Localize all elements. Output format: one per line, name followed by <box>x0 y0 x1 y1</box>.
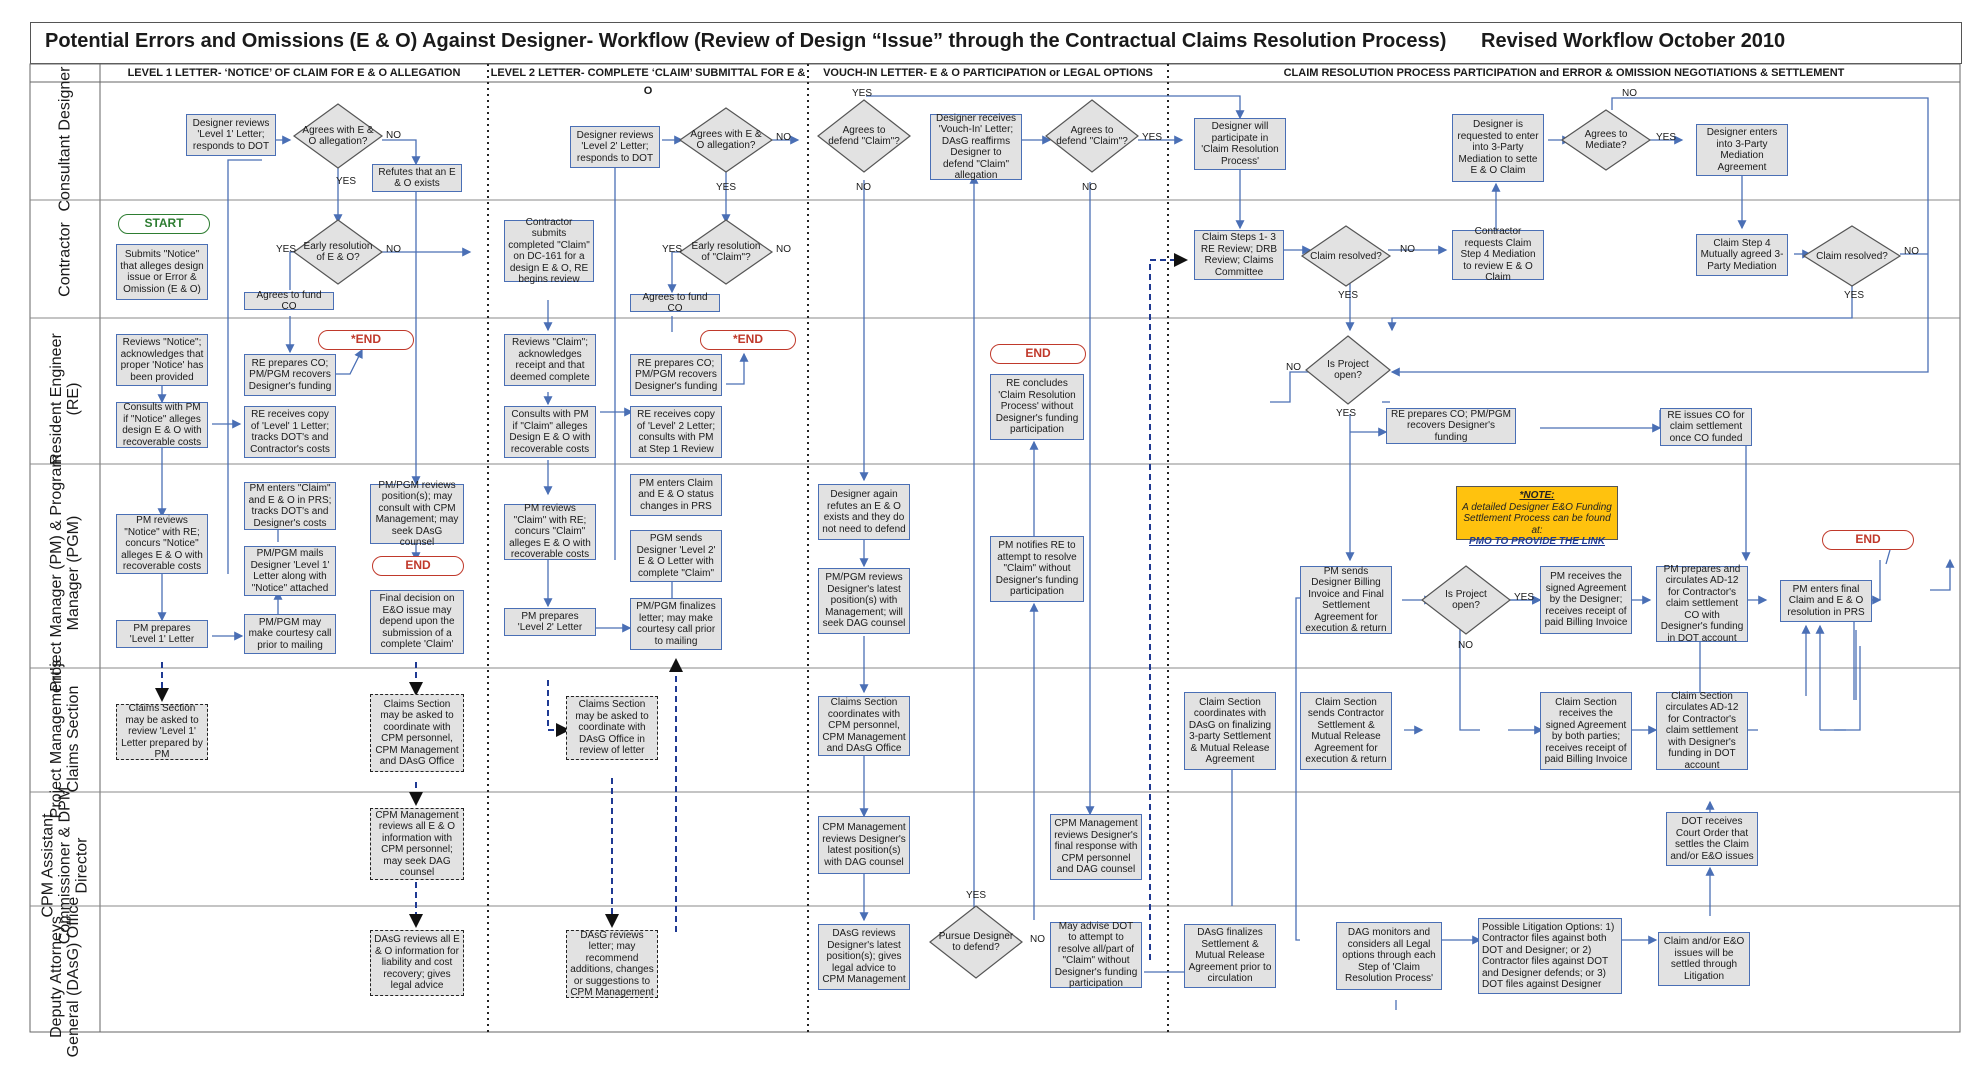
no-label: NO <box>1286 362 1301 373</box>
decision-text: Claim resolved? <box>1816 250 1888 262</box>
decision-agrees-defend-2: Agrees to defend "Claim"? <box>1054 110 1130 162</box>
no-label: NO <box>1622 88 1637 99</box>
decision-diamonds <box>292 99 1902 979</box>
decision-text: Agrees to defend "Claim"? <box>1056 125 1128 147</box>
yes-label: YES <box>276 244 297 255</box>
decision-text: Agrees with E & O allegation? <box>302 125 374 147</box>
decision-early-resolution-2: Early resolution of "Claim"? <box>688 226 764 278</box>
no-label: NO <box>1082 182 1097 193</box>
decision-project-open-2: Is Project open? <box>1430 576 1502 624</box>
no-label: NO <box>386 130 401 141</box>
yes-label: YES <box>662 244 683 255</box>
decision-agrees-mediate: Agrees to Mediate? <box>1570 116 1642 164</box>
yes-label: YES <box>1844 290 1865 301</box>
yes-label: YES <box>1514 592 1535 603</box>
decision-text: Early resolution of "Claim"? <box>691 241 761 263</box>
no-label: NO <box>856 182 871 193</box>
no-label: NO <box>776 244 791 255</box>
decision-text: Agrees to defend "Claim"? <box>828 125 900 147</box>
decision-text: Is Project open? <box>1327 359 1369 381</box>
yes-label: YES <box>1338 290 1359 301</box>
decision-claim-resolved-1: Claim resolved? <box>1310 232 1382 280</box>
no-label: NO <box>1458 640 1473 651</box>
decision-text: Pursue Designer to defend? <box>938 931 1014 953</box>
decision-early-resolution-1: Early resolution of E & O? <box>300 226 376 278</box>
yes-label: YES <box>852 88 873 99</box>
decision-text: Is Project open? <box>1445 589 1487 611</box>
decision-pursue-designer: Pursue Designer to defend? <box>938 916 1014 968</box>
yes-label: YES <box>1656 132 1677 143</box>
decision-text: Agrees to Mediate? <box>1584 129 1628 151</box>
no-label: NO <box>1030 934 1045 945</box>
decision-agrees-eo-1: Agrees with E & O allegation? <box>300 110 376 162</box>
no-label: NO <box>1400 244 1415 255</box>
no-label: NO <box>1904 246 1919 257</box>
decision-agrees-eo-2: Agrees with E & O allegation? <box>688 114 764 166</box>
no-label: NO <box>776 132 791 143</box>
yes-label: YES <box>336 176 357 187</box>
yes-label: YES <box>716 182 737 193</box>
decision-text: Claim resolved? <box>1310 250 1382 262</box>
decision-text: Early resolution of E & O? <box>303 241 373 263</box>
decision-text: Agrees with E & O allegation? <box>690 129 762 151</box>
decision-project-open-1: Is Project open? <box>1314 346 1382 394</box>
yes-label: YES <box>966 890 987 901</box>
yes-label: YES <box>1142 132 1163 143</box>
decision-claim-resolved-2: Claim resolved? <box>1816 232 1888 280</box>
decision-agrees-defend-1: Agrees to defend "Claim"? <box>826 110 902 162</box>
no-label: NO <box>386 244 401 255</box>
workflow-diagram: Potential Errors and Omissions (E & O) A… <box>0 0 1980 1057</box>
yes-label: YES <box>1336 408 1357 419</box>
